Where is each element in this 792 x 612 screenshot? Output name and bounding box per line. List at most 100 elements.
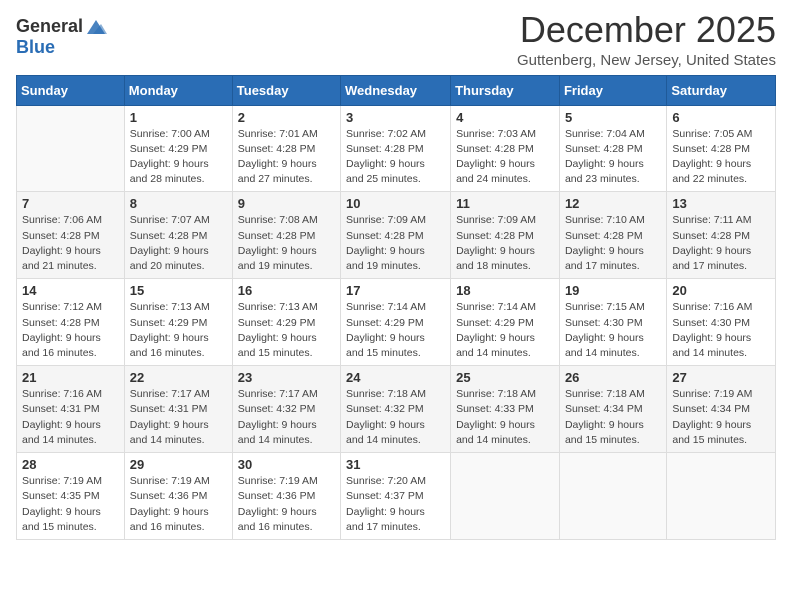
day-info: Sunrise: 7:18 AMSunset: 4:32 PMDaylight:… (346, 387, 445, 448)
calendar-week-row: 14 Sunrise: 7:12 AMSunset: 4:28 PMDayligh… (17, 279, 776, 366)
day-info: Sunrise: 7:06 AMSunset: 4:28 PMDaylight:… (22, 213, 119, 274)
day-number: 1 (130, 110, 227, 125)
day-number: 7 (22, 196, 119, 211)
calendar-day-cell: 21 Sunrise: 7:16 AMSunset: 4:31 PMDayligh… (17, 366, 125, 453)
day-info: Sunrise: 7:14 AMSunset: 4:29 PMDaylight:… (346, 300, 445, 361)
calendar-day-header: Friday (559, 75, 666, 105)
page-container: General Blue December 2025 Guttenberg, N… (0, 0, 792, 556)
day-number: 2 (238, 110, 335, 125)
day-info: Sunrise: 7:15 AMSunset: 4:30 PMDaylight:… (565, 300, 661, 361)
calendar-day-cell (559, 453, 666, 540)
day-number: 27 (672, 370, 770, 385)
calendar-day-header: Monday (124, 75, 232, 105)
day-number: 25 (456, 370, 554, 385)
day-number: 23 (238, 370, 335, 385)
day-number: 18 (456, 283, 554, 298)
day-number: 12 (565, 196, 661, 211)
day-number: 10 (346, 196, 445, 211)
day-number: 22 (130, 370, 227, 385)
calendar-day-cell: 16 Sunrise: 7:13 AMSunset: 4:29 PMDayligh… (232, 279, 340, 366)
day-info: Sunrise: 7:17 AMSunset: 4:31 PMDaylight:… (130, 387, 227, 448)
calendar-week-row: 1 Sunrise: 7:00 AMSunset: 4:29 PMDaylight… (17, 105, 776, 192)
day-info: Sunrise: 7:16 AMSunset: 4:31 PMDaylight:… (22, 387, 119, 448)
day-info: Sunrise: 7:12 AMSunset: 4:28 PMDaylight:… (22, 300, 119, 361)
day-info: Sunrise: 7:19 AMSunset: 4:34 PMDaylight:… (672, 387, 770, 448)
logo-blue: Blue (16, 37, 55, 57)
day-number: 4 (456, 110, 554, 125)
calendar-day-cell: 27 Sunrise: 7:19 AMSunset: 4:34 PMDayligh… (667, 366, 776, 453)
day-number: 21 (22, 370, 119, 385)
day-number: 19 (565, 283, 661, 298)
calendar-day-cell: 22 Sunrise: 7:17 AMSunset: 4:31 PMDayligh… (124, 366, 232, 453)
calendar-day-cell: 18 Sunrise: 7:14 AMSunset: 4:29 PMDayligh… (451, 279, 560, 366)
calendar-day-cell: 24 Sunrise: 7:18 AMSunset: 4:32 PMDayligh… (341, 366, 451, 453)
location-title: Guttenberg, New Jersey, United States (517, 52, 776, 69)
day-number: 15 (130, 283, 227, 298)
day-info: Sunrise: 7:05 AMSunset: 4:28 PMDaylight:… (672, 127, 770, 188)
day-info: Sunrise: 7:13 AMSunset: 4:29 PMDaylight:… (238, 300, 335, 361)
day-info: Sunrise: 7:03 AMSunset: 4:28 PMDaylight:… (456, 127, 554, 188)
calendar-week-row: 28Sunrise: 7:19 AMSunset: 4:35 PMDayligh… (17, 453, 776, 540)
day-info: Sunrise: 7:17 AMSunset: 4:32 PMDaylight:… (238, 387, 335, 448)
calendar-day-cell: 4 Sunrise: 7:03 AMSunset: 4:28 PMDaylight… (451, 105, 560, 192)
calendar-day-cell: 15 Sunrise: 7:13 AMSunset: 4:29 PMDayligh… (124, 279, 232, 366)
logo: General Blue (16, 16, 107, 58)
calendar-day-cell: 9Sunrise: 7:08 AMSunset: 4:28 PMDaylight… (232, 192, 340, 279)
day-info: Sunrise: 7:04 AMSunset: 4:28 PMDaylight:… (565, 127, 661, 188)
day-info: Sunrise: 7:09 AMSunset: 4:28 PMDaylight:… (456, 213, 554, 274)
calendar-day-cell: 1 Sunrise: 7:00 AMSunset: 4:29 PMDaylight… (124, 105, 232, 192)
day-info: Sunrise: 7:19 AMSunset: 4:36 PMDaylight:… (130, 474, 227, 535)
calendar-day-cell: 29 Sunrise: 7:19 AMSunset: 4:36 PMDayligh… (124, 453, 232, 540)
day-number: 26 (565, 370, 661, 385)
day-number: 17 (346, 283, 445, 298)
day-number: 14 (22, 283, 119, 298)
calendar-day-cell: 8Sunrise: 7:07 AMSunset: 4:28 PMDaylight… (124, 192, 232, 279)
day-info: Sunrise: 7:14 AMSunset: 4:29 PMDaylight:… (456, 300, 554, 361)
day-info: Sunrise: 7:16 AMSunset: 4:30 PMDaylight:… (672, 300, 770, 361)
calendar-day-cell: 28Sunrise: 7:19 AMSunset: 4:35 PMDayligh… (17, 453, 125, 540)
day-info: Sunrise: 7:20 AMSunset: 4:37 PMDaylight:… (346, 474, 445, 535)
day-number: 16 (238, 283, 335, 298)
calendar-day-cell: 13Sunrise: 7:11 AMSunset: 4:28 PMDayligh… (667, 192, 776, 279)
calendar-day-cell: 23 Sunrise: 7:17 AMSunset: 4:32 PMDayligh… (232, 366, 340, 453)
calendar-day-header: Tuesday (232, 75, 340, 105)
day-info: Sunrise: 7:09 AMSunset: 4:28 PMDaylight:… (346, 213, 445, 274)
day-number: 24 (346, 370, 445, 385)
day-number: 6 (672, 110, 770, 125)
day-info: Sunrise: 7:13 AMSunset: 4:29 PMDaylight:… (130, 300, 227, 361)
day-number: 20 (672, 283, 770, 298)
day-number: 5 (565, 110, 661, 125)
day-number: 29 (130, 457, 227, 472)
day-number: 28 (22, 457, 119, 472)
calendar-day-cell: 3Sunrise: 7:02 AMSunset: 4:28 PMDaylight… (341, 105, 451, 192)
calendar-day-header: Wednesday (341, 75, 451, 105)
day-number: 30 (238, 457, 335, 472)
calendar-day-header: Sunday (17, 75, 125, 105)
calendar-day-cell: 14 Sunrise: 7:12 AMSunset: 4:28 PMDayligh… (17, 279, 125, 366)
calendar-day-cell: 31 Sunrise: 7:20 AMSunset: 4:37 PMDayligh… (341, 453, 451, 540)
day-number: 13 (672, 196, 770, 211)
calendar-day-cell: 10 Sunrise: 7:09 AMSunset: 4:28 PMDayligh… (341, 192, 451, 279)
title-section: December 2025 Guttenberg, New Jersey, Un… (517, 10, 776, 69)
calendar-day-cell: 26 Sunrise: 7:18 AMSunset: 4:34 PMDayligh… (559, 366, 666, 453)
calendar-day-cell: 12 Sunrise: 7:10 AMSunset: 4:28 PMDayligh… (559, 192, 666, 279)
day-number: 31 (346, 457, 445, 472)
calendar-day-cell (17, 105, 125, 192)
calendar-day-cell (667, 453, 776, 540)
calendar-day-header: Saturday (667, 75, 776, 105)
day-info: Sunrise: 7:00 AMSunset: 4:29 PMDaylight:… (130, 127, 227, 188)
calendar-header-row: SundayMondayTuesdayWednesdayThursdayFrid… (17, 75, 776, 105)
day-number: 8 (130, 196, 227, 211)
calendar-day-header: Thursday (451, 75, 560, 105)
logo-general: General (16, 17, 83, 37)
month-title: December 2025 (517, 10, 776, 50)
day-info: Sunrise: 7:19 AMSunset: 4:36 PMDaylight:… (238, 474, 335, 535)
day-info: Sunrise: 7:02 AMSunset: 4:28 PMDaylight:… (346, 127, 445, 188)
day-info: Sunrise: 7:18 AMSunset: 4:34 PMDaylight:… (565, 387, 661, 448)
calendar-day-cell: 7 Sunrise: 7:06 AMSunset: 4:28 PMDaylight… (17, 192, 125, 279)
day-info: Sunrise: 7:10 AMSunset: 4:28 PMDaylight:… (565, 213, 661, 274)
calendar-day-cell: 19 Sunrise: 7:15 AMSunset: 4:30 PMDayligh… (559, 279, 666, 366)
calendar-day-cell (451, 453, 560, 540)
day-number: 11 (456, 196, 554, 211)
calendar-day-cell: 17 Sunrise: 7:14 AMSunset: 4:29 PMDayligh… (341, 279, 451, 366)
